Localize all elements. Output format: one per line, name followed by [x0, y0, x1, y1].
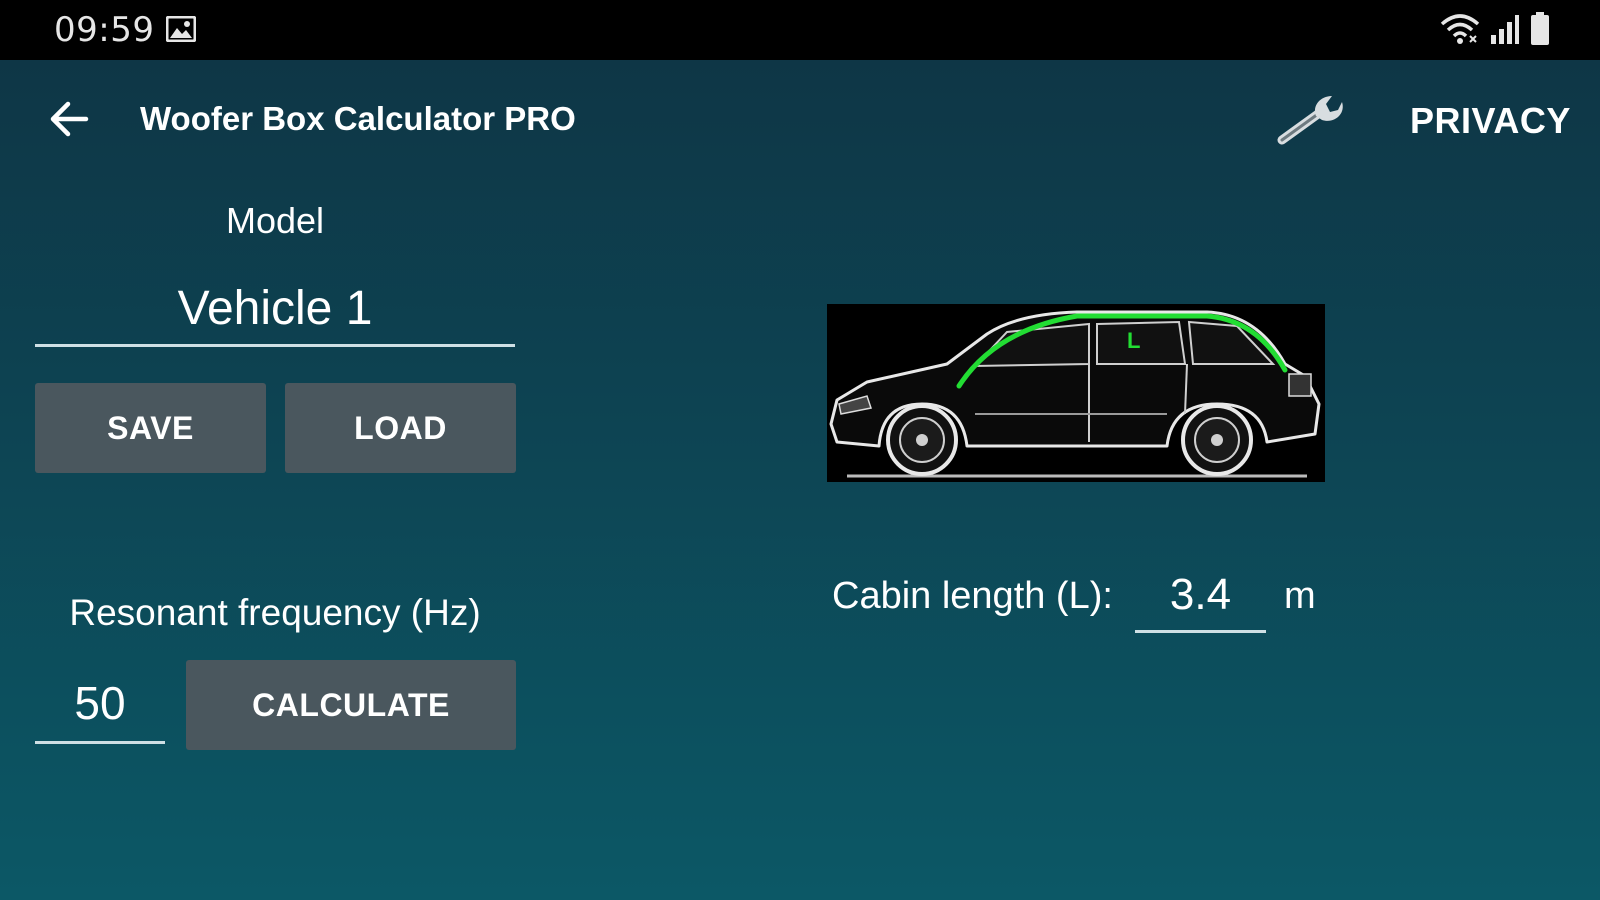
- calculate-button[interactable]: CALCULATE: [186, 660, 516, 750]
- cabin-length-unit: m: [1284, 575, 1316, 617]
- status-bar: 09:59: [0, 0, 1600, 60]
- model-name-input[interactable]: [35, 272, 515, 347]
- status-time: 09:59: [54, 10, 155, 50]
- load-button[interactable]: LOAD: [285, 383, 516, 473]
- cabin-length-label: Cabin length (L):: [832, 575, 1113, 617]
- model-label: Model: [225, 200, 325, 241]
- resonant-frequency-input[interactable]: [35, 665, 165, 744]
- app-title: Woofer Box Calculator PRO: [140, 100, 576, 137]
- privacy-button[interactable]: PRIVACY: [1410, 100, 1571, 142]
- signal-icon: [1491, 15, 1519, 44]
- back-arrow-icon[interactable]: [46, 96, 92, 142]
- resonant-frequency-label: Resonant frequency (Hz): [69, 592, 481, 633]
- cabin-length-input[interactable]: [1135, 560, 1266, 633]
- battery-icon: [1531, 12, 1549, 45]
- image-notification-icon: [166, 16, 196, 42]
- wifi-icon: [1440, 14, 1480, 44]
- cabin-length-marker: L: [1127, 328, 1140, 353]
- save-button[interactable]: SAVE: [35, 383, 266, 473]
- car-diagram-image: L: [827, 304, 1325, 482]
- wrench-icon[interactable]: [1276, 92, 1346, 148]
- status-icons: [1440, 12, 1550, 46]
- car-silhouette: L: [829, 310, 1321, 478]
